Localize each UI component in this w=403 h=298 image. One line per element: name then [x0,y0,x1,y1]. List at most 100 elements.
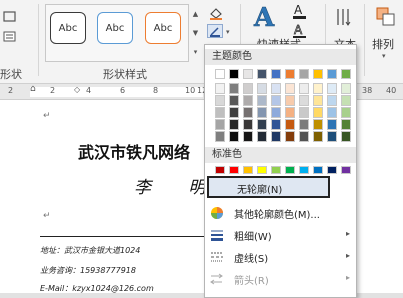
hanging-indent-marker-icon[interactable]: ◇ [74,85,80,94]
theme-shade-swatch[interactable] [285,119,295,130]
theme-shade-swatch[interactable] [299,83,309,94]
arrows-menu-item[interactable]: 箭头(R) ▸ [206,269,356,289]
theme-shade-swatch[interactable] [341,131,351,142]
arrange-icon[interactable] [375,6,397,30]
standard-color-swatch[interactable] [285,166,295,174]
standard-color-swatch[interactable] [313,166,323,174]
standard-color-swatch[interactable] [257,166,267,174]
shape-fill-icon[interactable] [208,6,224,20]
indent-marker-icon[interactable]: ⌂ [30,84,36,94]
ruler-number: 2 [50,86,56,95]
theme-shade-swatch[interactable] [285,107,295,118]
theme-shade-swatch[interactable] [341,107,351,118]
theme-shade-swatch[interactable] [257,107,267,118]
more-outline-colors-menu-item[interactable]: 其他轮廓颜色(M)... [206,203,356,223]
scroll-up-icon[interactable]: ▲ [193,10,198,18]
theme-shade-swatch[interactable] [229,119,239,130]
weight-menu-item[interactable]: 粗细(W) ▸ [206,225,356,245]
theme-shade-swatch[interactable] [271,107,281,118]
standard-color-swatch[interactable] [299,166,309,174]
shape-style-sample-2[interactable]: Abc [97,12,133,44]
text-fill-icon[interactable]: A [292,2,308,20]
theme-color-swatch[interactable] [313,69,323,79]
theme-shade-swatch[interactable] [299,119,309,130]
theme-color-swatch[interactable] [229,69,239,79]
theme-shade-swatch[interactable] [229,131,239,142]
theme-color-swatch[interactable] [215,69,225,79]
standard-color-swatch[interactable] [341,166,351,174]
theme-shade-swatch[interactable] [271,95,281,106]
theme-color-swatch[interactable] [243,69,253,79]
shape-outline-icon[interactable] [207,24,223,38]
theme-shade-swatch[interactable] [341,83,351,94]
theme-shade-swatch[interactable] [285,95,295,106]
theme-shade-swatch[interactable] [341,95,351,106]
text-direction-icon[interactable] [334,6,354,28]
theme-shade-swatch[interactable] [243,131,253,142]
theme-shade-swatch[interactable] [243,83,253,94]
theme-shade-swatch[interactable] [229,95,239,106]
horizontal-rule [40,236,210,237]
theme-shade-swatch[interactable] [215,83,225,94]
address-line[interactable]: 地址：武汉市金银大道1024 [40,245,140,256]
dashes-menu-item[interactable]: 虚线(S) ▸ [206,247,356,267]
theme-shade-swatch[interactable] [257,83,267,94]
theme-shade-swatch[interactable] [215,95,225,106]
wordart-a-icon[interactable]: A [253,2,276,34]
theme-color-swatch[interactable] [285,69,295,79]
shape-style-sample-1[interactable]: Abc [50,12,86,44]
theme-shade-swatch[interactable] [327,131,337,142]
theme-shade-swatch[interactable] [327,95,337,106]
theme-shade-swatch[interactable] [313,83,323,94]
theme-shade-swatch[interactable] [285,83,295,94]
theme-shade-swatch[interactable] [313,119,323,130]
phone-line[interactable]: 业务咨询：15938777918 [40,265,136,276]
theme-shade-swatch[interactable] [271,119,281,130]
theme-color-swatch[interactable] [327,69,337,79]
scroll-down-icon[interactable]: ▼ [193,29,198,37]
theme-shade-swatch[interactable] [243,119,253,130]
standard-color-swatch[interactable] [215,166,225,174]
no-outline-menu-item[interactable]: 无轮廓(N) [207,176,330,198]
standard-color-swatch[interactable] [271,166,281,174]
theme-shade-swatch[interactable] [257,95,267,106]
theme-shade-swatch[interactable] [341,119,351,130]
standard-color-swatch[interactable] [229,166,239,174]
theme-shade-swatch[interactable] [327,119,337,130]
shape-style-sample-3[interactable]: Abc [145,12,181,44]
theme-color-swatch[interactable] [341,69,351,79]
theme-shade-swatch[interactable] [299,131,309,142]
theme-color-swatch[interactable] [257,69,267,79]
theme-shade-swatch[interactable] [313,131,323,142]
theme-shade-swatch[interactable] [243,107,253,118]
theme-shade-swatch[interactable] [215,107,225,118]
theme-shade-swatch[interactable] [313,107,323,118]
theme-shade-swatch[interactable] [257,119,267,130]
theme-shade-swatch[interactable] [271,83,281,94]
theme-shade-swatch[interactable] [243,95,253,106]
theme-shade-swatch[interactable] [285,131,295,142]
theme-shade-swatch[interactable] [313,95,323,106]
shape-icon[interactable] [2,10,18,24]
standard-color-swatch[interactable] [243,166,253,174]
theme-shade-swatch[interactable] [327,107,337,118]
theme-shade-swatch[interactable] [327,83,337,94]
theme-shade-swatch[interactable] [229,107,239,118]
arrange-group-label[interactable]: 排列 [372,36,394,52]
theme-shade-swatch[interactable] [257,131,267,142]
document-title[interactable]: 武汉市铁凡网络 [78,139,190,163]
gallery-more-icon[interactable]: ▾ [194,48,198,56]
gallery-scroll-buttons[interactable]: ▲ ▼ ▾ [188,4,202,62]
theme-shade-swatch[interactable] [215,119,225,130]
arrange-dropdown-arrow-icon[interactable]: ▾ [382,52,386,60]
textbox-icon[interactable] [2,30,18,44]
theme-color-swatch[interactable] [299,69,309,79]
theme-shade-swatch[interactable] [229,83,239,94]
theme-shade-swatch[interactable] [215,131,225,142]
theme-shade-swatch[interactable] [271,131,281,142]
standard-color-swatch[interactable] [327,166,337,174]
theme-color-swatch[interactable] [271,69,281,79]
theme-shade-swatch[interactable] [299,107,309,118]
theme-shade-swatch[interactable] [299,95,309,106]
outline-dropdown-arrow-icon[interactable]: ▾ [226,28,230,36]
